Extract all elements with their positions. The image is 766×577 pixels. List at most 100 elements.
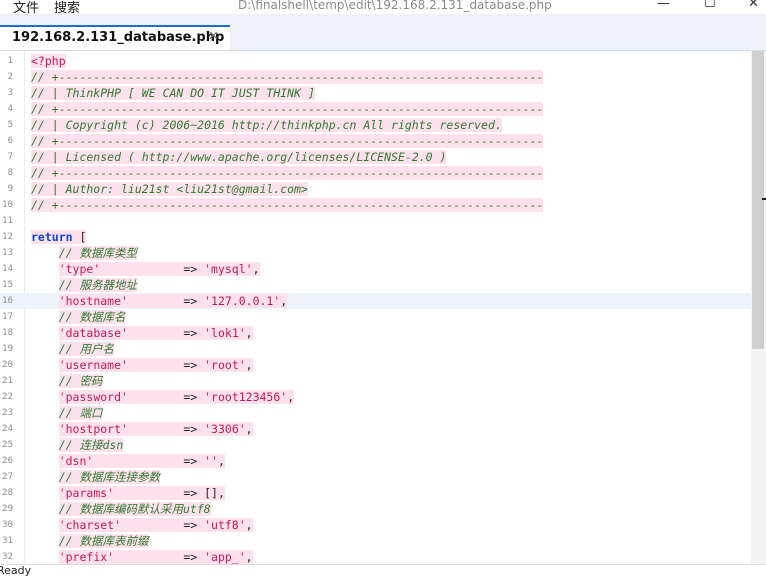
line-number: 24: [2, 424, 13, 434]
code-token: // 连接dsn: [58, 438, 124, 452]
code-line[interactable]: 26 'dsn' => '',: [0, 453, 751, 469]
code-token: 'type': [58, 262, 101, 276]
code-text: <?php: [31, 53, 66, 69]
code-text: // 数据库编码默认采用utf8: [31, 501, 211, 517]
code-line[interactable]: 3 // | ThinkPHP [ WE CAN DO IT JUST THINK…: [0, 85, 751, 101]
code-token: ,: [217, 454, 225, 468]
code-text: // +------------------------------------…: [31, 165, 544, 181]
tab-database-php[interactable]: 192.168.2.131_database.php ✕: [0, 25, 230, 50]
code-line[interactable]: 22 'password' => 'root123456',: [0, 389, 751, 405]
line-number: 4: [7, 104, 13, 114]
code-line[interactable]: 18 'database' => 'lok1',: [0, 325, 751, 341]
tab-close-icon[interactable]: ✕: [208, 29, 219, 44]
code-token: // 密码: [58, 374, 103, 388]
code-token: 'hostname': [58, 294, 128, 308]
code-text: 'prefix' => 'app_',: [31, 549, 253, 564]
code-text: // 端口: [31, 405, 103, 421]
code-line[interactable]: 2 // +-----------------------------------…: [0, 69, 751, 85]
line-number: 14: [2, 264, 13, 274]
code-line[interactable]: 23 // 端口: [0, 405, 751, 421]
code-line[interactable]: 8 // +-----------------------------------…: [0, 165, 751, 181]
minimize-icon[interactable]: —: [657, 0, 670, 11]
code-line[interactable]: 24 'hostport' => '3306',: [0, 421, 751, 437]
code-token: 'utf8': [204, 518, 246, 532]
code-line[interactable]: 27 // 数据库连接参数: [0, 469, 751, 485]
code-token: // 数据库类型: [58, 246, 137, 260]
code-line[interactable]: 5 // | Copyright (c) 2006~2016 http://thi…: [0, 117, 751, 133]
code-line[interactable]: 11: [0, 213, 751, 229]
code-line[interactable]: 9 // | Author: liu21st <liu21st@gmail.com…: [0, 181, 751, 197]
code-line[interactable]: 20 'username' => 'root',: [0, 357, 751, 373]
code-text: 'dsn' => '',: [31, 453, 225, 469]
code-line[interactable]: 7 // | Licensed ( http://www.apache.org/l…: [0, 149, 751, 165]
code-line[interactable]: 6 // +-----------------------------------…: [0, 133, 751, 149]
line-number: 3: [7, 88, 13, 98]
code-token: // +------------------------------------…: [31, 198, 544, 212]
code-token: 'password': [58, 390, 128, 404]
line-number: 28: [2, 488, 13, 498]
line-number: 17: [2, 312, 13, 322]
code-token: =>: [127, 390, 205, 404]
code-line[interactable]: 10 // +----------------------------------…: [0, 197, 751, 213]
code-text: // 数据库连接参数: [31, 469, 160, 485]
code-token: 'root123456': [204, 390, 288, 404]
code-text: // +------------------------------------…: [31, 197, 544, 213]
code-line[interactable]: 25 // 连接dsn: [0, 437, 751, 453]
line-number: 26: [2, 456, 13, 466]
code-text: // 数据库名: [31, 309, 126, 325]
code-line[interactable]: 17 // 数据库名: [0, 309, 751, 325]
code-line[interactable]: 16 'hostname' => '127.0.0.1',: [0, 293, 751, 309]
code-token: // 数据库表前缀: [58, 534, 149, 548]
code-line[interactable]: 31 // 数据库表前缀: [0, 533, 751, 549]
line-number: 22: [2, 392, 13, 402]
code-token: 'params': [58, 486, 115, 500]
close-icon[interactable]: ✕: [748, 0, 759, 11]
code-text: // | ThinkPHP [ WE CAN DO IT JUST THINK …: [31, 85, 315, 101]
code-token: 'app_': [204, 550, 246, 564]
code-line[interactable]: 4 // +-----------------------------------…: [0, 101, 751, 117]
line-number: 2: [7, 72, 13, 82]
code-line[interactable]: 12 return [: [0, 229, 751, 245]
code-line[interactable]: 15 // 服务器地址: [0, 277, 751, 293]
code-line[interactable]: 28 'params' => [],: [0, 485, 751, 501]
tab-label: 192.168.2.131_database.php: [12, 30, 225, 45]
code-text: 'password' => 'root123456',: [31, 389, 295, 405]
code-text: // 用户名: [31, 341, 114, 357]
code-line[interactable]: 1 <?php: [0, 53, 751, 69]
line-number: 30: [2, 520, 13, 530]
code-line[interactable]: 32 'prefix' => 'app_',: [0, 549, 751, 564]
code-text: // 服务器地址: [31, 277, 137, 293]
code-line[interactable]: 29 // 数据库编码默认采用utf8: [0, 501, 751, 517]
code-token: =>: [121, 518, 205, 532]
scrollbar-thumb[interactable]: [752, 51, 764, 349]
code-line[interactable]: 21 // 密码: [0, 373, 751, 389]
code-token: '3306': [204, 422, 246, 436]
line-number: 1: [7, 56, 13, 66]
status-text: Ready: [0, 564, 32, 577]
code-text: // +------------------------------------…: [31, 101, 544, 117]
code-token: '': [204, 454, 218, 468]
code-text: 'database' => 'lok1',: [31, 325, 253, 341]
line-number: 23: [2, 408, 13, 418]
code-line[interactable]: 30 'charset' => 'utf8',: [0, 517, 751, 533]
code-line[interactable]: 14 'type' => 'mysql',: [0, 261, 751, 277]
code-token: 'database': [58, 326, 128, 340]
code-editor[interactable]: 1 <?php 2 // +-----------------------------…: [0, 51, 766, 564]
code-text: // | Author: liu21st <liu21st@gmail.com>: [31, 181, 308, 197]
line-number: 27: [2, 472, 13, 482]
code-token: 'mysql': [204, 262, 253, 276]
maximize-icon[interactable]: ☐: [704, 0, 716, 11]
code-line[interactable]: 19 // 用户名: [0, 341, 751, 357]
code-text: 'type' => 'mysql',: [31, 261, 260, 277]
code-token: // | Copyright (c) 2006~2016 http://thin…: [31, 118, 502, 132]
code-text: // | Copyright (c) 2006~2016 http://thin…: [31, 117, 502, 133]
code-token: // +------------------------------------…: [31, 102, 544, 116]
code-line[interactable]: 13 // 数据库类型: [0, 245, 751, 261]
window-title: D:\finalshell\temp\edit\192.168.2.131_da…: [238, 0, 552, 12]
